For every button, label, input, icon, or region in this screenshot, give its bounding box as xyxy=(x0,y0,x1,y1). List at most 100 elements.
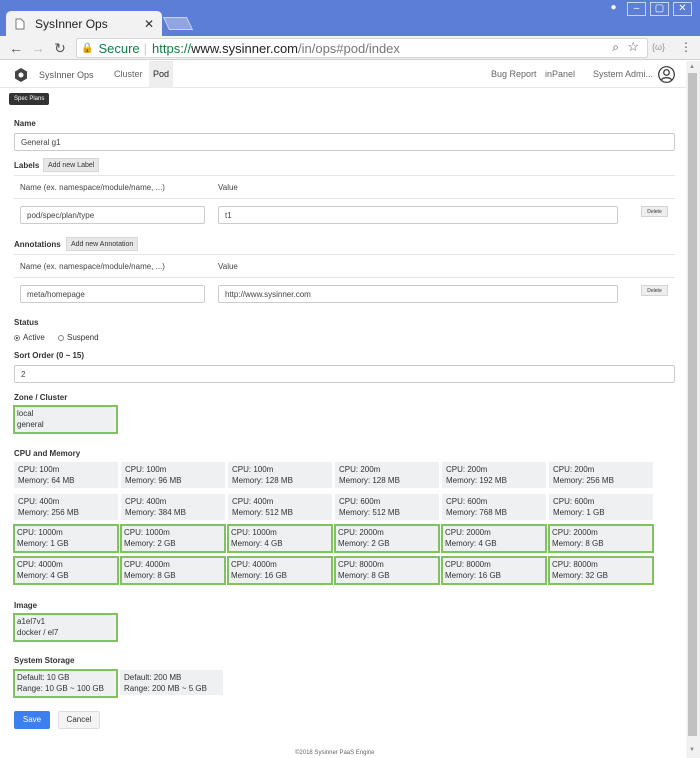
sort-order-input[interactable] xyxy=(14,365,675,383)
nav-system-admin[interactable]: System Admi... xyxy=(589,61,657,88)
zone-title: Zone / Cluster xyxy=(14,393,68,402)
cpu-memory-option-card[interactable]: CPU: 1000m Memory: 4 GB xyxy=(227,524,333,553)
cpu-memory-option-card[interactable]: CPU: 200m Memory: 256 MB xyxy=(549,462,653,488)
storage-default-line: Default: 200 MB xyxy=(124,673,182,682)
extension-icon[interactable]: {ω} xyxy=(652,42,665,52)
cpu-memory-option-card[interactable]: CPU: 600m Memory: 768 MB xyxy=(442,494,546,520)
tab-close-icon[interactable]: ✕ xyxy=(144,17,154,31)
maximize-button[interactable]: ▢ xyxy=(650,2,669,16)
memory-line: Memory: 8 GB xyxy=(338,571,390,580)
memory-line: Memory: 4 GB xyxy=(445,539,497,548)
cpu-memory-option-card[interactable]: CPU: 600m Memory: 512 MB xyxy=(335,494,439,520)
cpu-line: CPU: 4000m xyxy=(231,560,277,569)
cpu-memory-option-card[interactable]: CPU: 8000m Memory: 16 GB xyxy=(441,556,547,585)
annotation-value-input[interactable] xyxy=(218,285,618,303)
cpu-memory-option-card[interactable]: CPU: 8000m Memory: 8 GB xyxy=(334,556,440,585)
cpu-memory-option-card[interactable]: CPU: 1000m Memory: 2 GB xyxy=(120,524,226,553)
address-bar[interactable]: 🔒 Secure | https:// www.sysinner.com /in… xyxy=(76,38,648,58)
cpu-memory-option-card[interactable]: CPU: 200m Memory: 192 MB xyxy=(442,462,546,488)
zoom-icon[interactable]: ⌕ xyxy=(612,40,619,55)
address-separator: | xyxy=(143,40,148,56)
bookmark-star-icon[interactable]: ☆ xyxy=(627,39,639,55)
scroll-down-arrow-icon[interactable]: ▼ xyxy=(689,747,695,753)
browser-titlebar: SysInner Ops ✕ ● – ▢ ✕ xyxy=(0,0,700,36)
cpu-memory-option-card[interactable]: CPU: 100m Memory: 96 MB xyxy=(121,462,225,488)
cpu-memory-option-card[interactable]: CPU: 400m Memory: 384 MB xyxy=(121,494,225,520)
cpu-line: CPU: 200m xyxy=(339,465,381,474)
cpu-line: CPU: 400m xyxy=(232,497,274,506)
nav-cluster[interactable]: Cluster xyxy=(110,61,147,88)
label-value-input[interactable] xyxy=(218,206,618,224)
status-active-label: Active xyxy=(23,333,45,342)
add-annotation-button[interactable]: Add new Annotation xyxy=(66,237,139,251)
favicon-document-icon xyxy=(15,18,25,29)
cpu-memory-option-card[interactable]: CPU: 4000m Memory: 8 GB xyxy=(120,556,226,585)
label-delete-button[interactable]: Delete xyxy=(641,206,668,217)
status-active-radio[interactable]: Active xyxy=(14,333,45,342)
cpu-memory-option-card[interactable]: CPU: 1000m Memory: 1 GB xyxy=(13,524,119,553)
forward-arrow-icon[interactable]: → xyxy=(29,39,47,57)
cpu-memory-option-card[interactable]: CPU: 2000m Memory: 4 GB xyxy=(441,524,547,553)
memory-line: Memory: 128 MB xyxy=(232,476,293,485)
cpu-memory-option-card[interactable]: CPU: 2000m Memory: 2 GB xyxy=(334,524,440,553)
window-controls: ● – ▢ ✕ xyxy=(604,2,692,16)
cpu-memory-option-card[interactable]: CPU: 200m Memory: 128 MB xyxy=(335,462,439,488)
cpu-memory-option-card[interactable]: CPU: 600m Memory: 1 GB xyxy=(549,494,653,520)
user-avatar-icon[interactable] xyxy=(658,66,675,83)
labels-top-divider xyxy=(14,175,675,176)
save-button[interactable]: Save xyxy=(14,711,50,729)
zone-option-card[interactable]: local general xyxy=(13,405,118,434)
memory-line: Memory: 32 GB xyxy=(552,571,609,580)
cpu-line: CPU: 1000m xyxy=(124,528,170,537)
storage-range-line: Range: 10 GB ~ 100 GB xyxy=(17,684,104,693)
nav-bug-report[interactable]: Bug Report xyxy=(487,61,541,88)
cpu-line: CPU: 8000m xyxy=(445,560,491,569)
cluster-line: general xyxy=(17,420,44,429)
annotation-name-input[interactable] xyxy=(20,285,205,303)
label-name-input[interactable] xyxy=(20,206,205,224)
memory-line: Memory: 64 MB xyxy=(18,476,75,485)
brand-name[interactable]: SysInner Ops xyxy=(39,70,94,80)
minimize-button[interactable]: – xyxy=(627,2,646,16)
cpu-memory-option-card[interactable]: CPU: 4000m Memory: 4 GB xyxy=(13,556,119,585)
storage-option-card[interactable]: Default: 200 MB Range: 200 MB ~ 5 GB xyxy=(120,670,223,695)
memory-line: Memory: 384 MB xyxy=(125,508,186,517)
page-scrollbar-thumb[interactable] xyxy=(688,73,697,736)
cpu-line: CPU: 100m xyxy=(18,465,60,474)
cpu-line: CPU: 2000m xyxy=(445,528,491,537)
annotation-delete-button[interactable]: Delete xyxy=(641,285,668,296)
nav-pod[interactable]: Pod xyxy=(149,61,174,88)
reload-icon[interactable]: ↻ xyxy=(51,39,69,57)
cpu-memory-option-card[interactable]: CPU: 8000m Memory: 32 GB xyxy=(548,556,654,585)
back-arrow-icon[interactable]: ← xyxy=(7,39,25,57)
browser-tab[interactable]: SysInner Ops ✕ xyxy=(6,11,162,36)
memory-line: Memory: 256 MB xyxy=(18,508,79,517)
image-option-card[interactable]: a1el7v1 docker / el7 xyxy=(13,613,118,642)
cpu-memory-option-card[interactable]: CPU: 100m Memory: 128 MB xyxy=(228,462,332,488)
close-window-button[interactable]: ✕ xyxy=(673,2,692,16)
annotations-name-header: Name (ex. namespace/module/name, ...) xyxy=(20,262,165,271)
memory-line: Memory: 192 MB xyxy=(446,476,507,485)
status-suspend-radio[interactable]: Suspend xyxy=(58,333,99,342)
annotations-top-divider xyxy=(14,254,675,255)
cpu-memory-option-card[interactable]: CPU: 4000m Memory: 16 GB xyxy=(227,556,333,585)
new-tab-button[interactable] xyxy=(162,17,194,30)
annotations-header-divider xyxy=(14,277,675,278)
cpu-memory-option-card[interactable]: CPU: 400m Memory: 256 MB xyxy=(14,494,118,520)
cpu-line: CPU: 200m xyxy=(446,465,488,474)
profile-icon[interactable]: ● xyxy=(604,2,623,16)
nav-inpanel[interactable]: inPanel xyxy=(541,61,579,88)
storage-option-card[interactable]: Default: 10 GB Range: 10 GB ~ 100 GB xyxy=(13,669,118,698)
cpu-line: CPU: 200m xyxy=(553,465,595,474)
cpu-memory-option-card[interactable]: CPU: 100m Memory: 64 MB xyxy=(14,462,118,488)
browser-menu-icon[interactable]: ⋮ xyxy=(680,40,692,54)
scroll-up-arrow-icon[interactable]: ▲ xyxy=(689,64,695,70)
cpu-memory-option-card[interactable]: CPU: 400m Memory: 512 MB xyxy=(228,494,332,520)
image-title: Image xyxy=(14,601,38,610)
add-label-button[interactable]: Add new Label xyxy=(43,158,100,172)
memory-line: Memory: 2 GB xyxy=(124,539,176,548)
memory-line: Memory: 768 MB xyxy=(446,508,507,517)
name-input[interactable] xyxy=(14,133,675,151)
cancel-button[interactable]: Cancel xyxy=(58,711,100,729)
cpu-memory-option-card[interactable]: CPU: 2000m Memory: 8 GB xyxy=(548,524,654,553)
